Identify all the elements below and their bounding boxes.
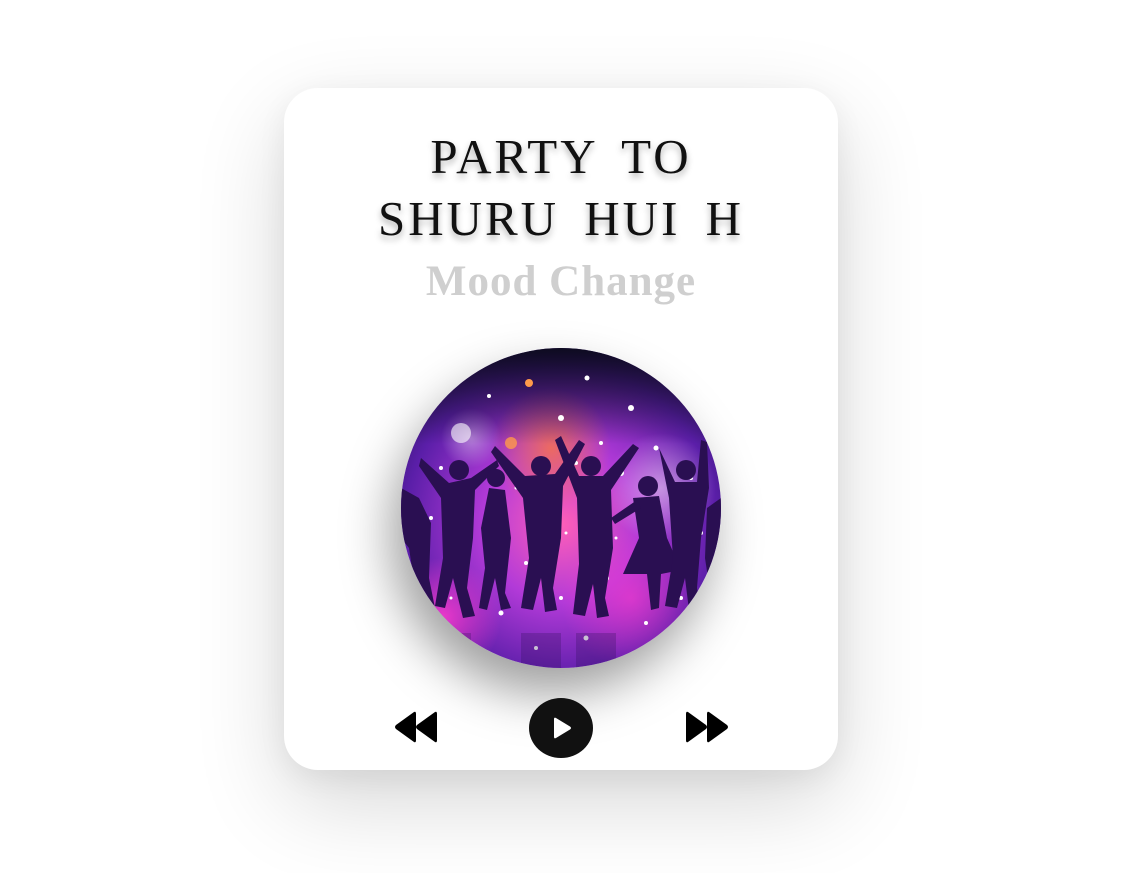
fast-forward-icon xyxy=(686,711,728,743)
song-title: PARTY TO SHURU HUI H xyxy=(284,126,838,250)
album-art xyxy=(401,348,721,668)
play-button[interactable] xyxy=(529,698,593,758)
music-player-card: PARTY TO SHURU HUI H Mood Change xyxy=(284,88,838,770)
party-dancers-image xyxy=(401,348,721,668)
song-title-line-1: PARTY TO xyxy=(430,129,692,184)
next-button[interactable] xyxy=(683,709,731,745)
playback-controls xyxy=(284,696,838,760)
song-title-line-2: SHURU HUI H xyxy=(377,191,745,246)
rewind-icon xyxy=(395,711,437,743)
song-subtitle: Mood Change xyxy=(425,258,697,305)
play-icon xyxy=(554,717,571,739)
previous-button[interactable] xyxy=(392,709,440,745)
